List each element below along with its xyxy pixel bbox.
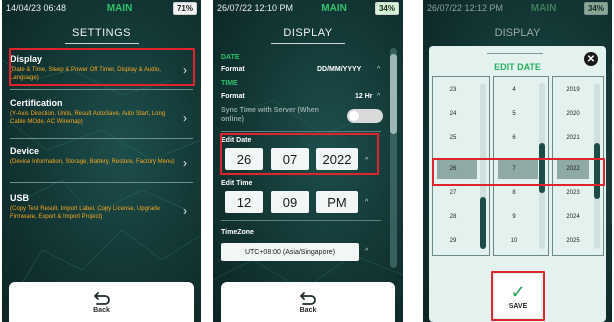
back-arrow-icon [93, 291, 110, 305]
divider [10, 89, 193, 90]
year-option[interactable]: 2024 [553, 214, 593, 220]
year-option[interactable]: 2019 [553, 87, 593, 93]
status-bar: 26/07/22 12:12 PM MAIN 34% [423, 0, 612, 16]
page-title: DISPLAY [213, 27, 403, 39]
time-format-label: Format [221, 93, 245, 100]
chevron-up-icon[interactable]: ^ [365, 248, 368, 255]
year-option[interactable]: 2020 [553, 111, 593, 117]
battery-indicator: 34% [583, 1, 608, 15]
highlight-box [9, 48, 195, 86]
divider [221, 220, 381, 221]
time-minute-field[interactable]: 09 [271, 191, 309, 213]
edit-date-screen: 26/07/22 12:12 PM MAIN 34% DISPLAY EDIT … [423, 0, 612, 322]
menu-item-desc: (Y-Axis Direction, Units, Result AutoSav… [10, 111, 166, 125]
status-mode: MAIN [530, 2, 557, 14]
scroll-thumb[interactable] [390, 54, 397, 134]
status-time: 26/07/22 12:12 PM [427, 3, 504, 13]
battery-indicator: 71% [172, 1, 197, 15]
month-option[interactable]: 9 [494, 214, 534, 220]
divider [487, 53, 543, 54]
status-mode: MAIN [321, 2, 347, 14]
dialog-title: EDIT DATE [494, 62, 541, 72]
day-option[interactable]: 24 [433, 111, 473, 117]
menu-item-certification[interactable]: Certification (Y-Axis Direction, Units, … [10, 98, 195, 138]
time-format-value[interactable]: 12 Hr [355, 93, 373, 100]
day-option[interactable]: 28 [433, 214, 473, 220]
page-title: SETTINGS [2, 27, 201, 39]
divider [221, 131, 381, 132]
month-option[interactable]: 5 [494, 111, 534, 117]
back-label: Back [299, 306, 317, 314]
status-mode: MAIN [106, 2, 133, 14]
menu-item-usb[interactable]: USB (Copy Test Result, Import Label, Cop… [10, 193, 195, 229]
day-option[interactable]: 23 [433, 87, 473, 93]
divider [10, 182, 193, 183]
menu-item-device[interactable]: Device (Device Information, Storage, Bat… [10, 146, 195, 180]
back-arrow-icon [300, 291, 316, 305]
month-option[interactable]: 8 [494, 190, 534, 196]
year-option[interactable]: 2025 [553, 238, 593, 244]
edit-date-dialog: EDIT DATE ✕ 23 24 25 26 27 28 29 4 5 6 7… [429, 46, 606, 322]
month-option[interactable]: 10 [494, 238, 534, 244]
close-icon[interactable]: ✕ [584, 52, 598, 66]
display-screen: 26/07/22 12:10 PM MAIN 34% DISPLAY DATE … [213, 0, 403, 322]
month-option[interactable]: 6 [494, 135, 534, 141]
menu-item-label: Device [10, 146, 40, 156]
highlight-box [220, 133, 379, 175]
sync-toggle[interactable] [347, 109, 383, 123]
date-format-value[interactable]: DD/MM/YYYY [317, 66, 361, 73]
year-option[interactable]: 2023 [553, 190, 593, 196]
sync-label: Sync Time with Server (When online) [221, 107, 319, 123]
timezone-select[interactable]: UTC+08:00 (Asia/Singapore) [221, 243, 359, 261]
day-option[interactable]: 27 [433, 190, 473, 196]
status-bar: 26/07/22 12:10 PM MAIN 34% [213, 0, 403, 16]
month-option[interactable]: 4 [494, 87, 534, 93]
menu-item-label: Certification [10, 98, 63, 108]
menu-item-desc: (Device Information, Storage, Battery, R… [10, 159, 175, 165]
year-option[interactable]: 2021 [553, 135, 593, 141]
chevron-up-icon[interactable]: ^ [377, 66, 380, 73]
status-time: 14/04/23 06:48 [6, 3, 67, 13]
time-hour-field[interactable]: 12 [225, 191, 263, 213]
chevron-right-icon: › [183, 204, 187, 218]
chevron-up-icon[interactable]: ^ [365, 199, 368, 206]
settings-screen: 14/04/23 06:48 MAIN 71% SETTINGS Display… [2, 0, 201, 322]
timezone-label: TimeZone [221, 229, 254, 236]
menu-item-label: USB [10, 193, 30, 203]
chevron-right-icon: › [183, 156, 187, 170]
chevron-right-icon: › [183, 111, 187, 125]
section-date: DATE [221, 54, 240, 61]
chevron-up-icon[interactable]: ^ [377, 93, 380, 100]
menu-item-desc: (Copy Test Result, Import Label, Copy Li… [10, 206, 160, 220]
highlight-box [491, 271, 545, 321]
battery-indicator: 34% [374, 1, 399, 15]
highlight-box [432, 158, 605, 186]
page-title: DISPLAY [494, 27, 541, 39]
back-button[interactable]: Back [221, 282, 395, 322]
scroll-thumb[interactable] [480, 197, 486, 249]
status-bar: 14/04/23 06:48 MAIN 71% [2, 0, 201, 16]
date-format-label: Format [221, 66, 245, 73]
status-time: 26/07/22 12:10 PM [217, 3, 294, 13]
time-ampm-field[interactable]: PM [316, 191, 358, 213]
day-option[interactable]: 29 [433, 238, 473, 244]
scrollbar[interactable] [390, 48, 397, 268]
edit-time-label: Edit Time [221, 180, 253, 187]
section-time: TIME [221, 80, 238, 87]
day-option[interactable]: 25 [433, 135, 473, 141]
back-label: Back [93, 306, 110, 314]
back-button[interactable]: Back [9, 282, 194, 322]
divider [10, 138, 193, 139]
